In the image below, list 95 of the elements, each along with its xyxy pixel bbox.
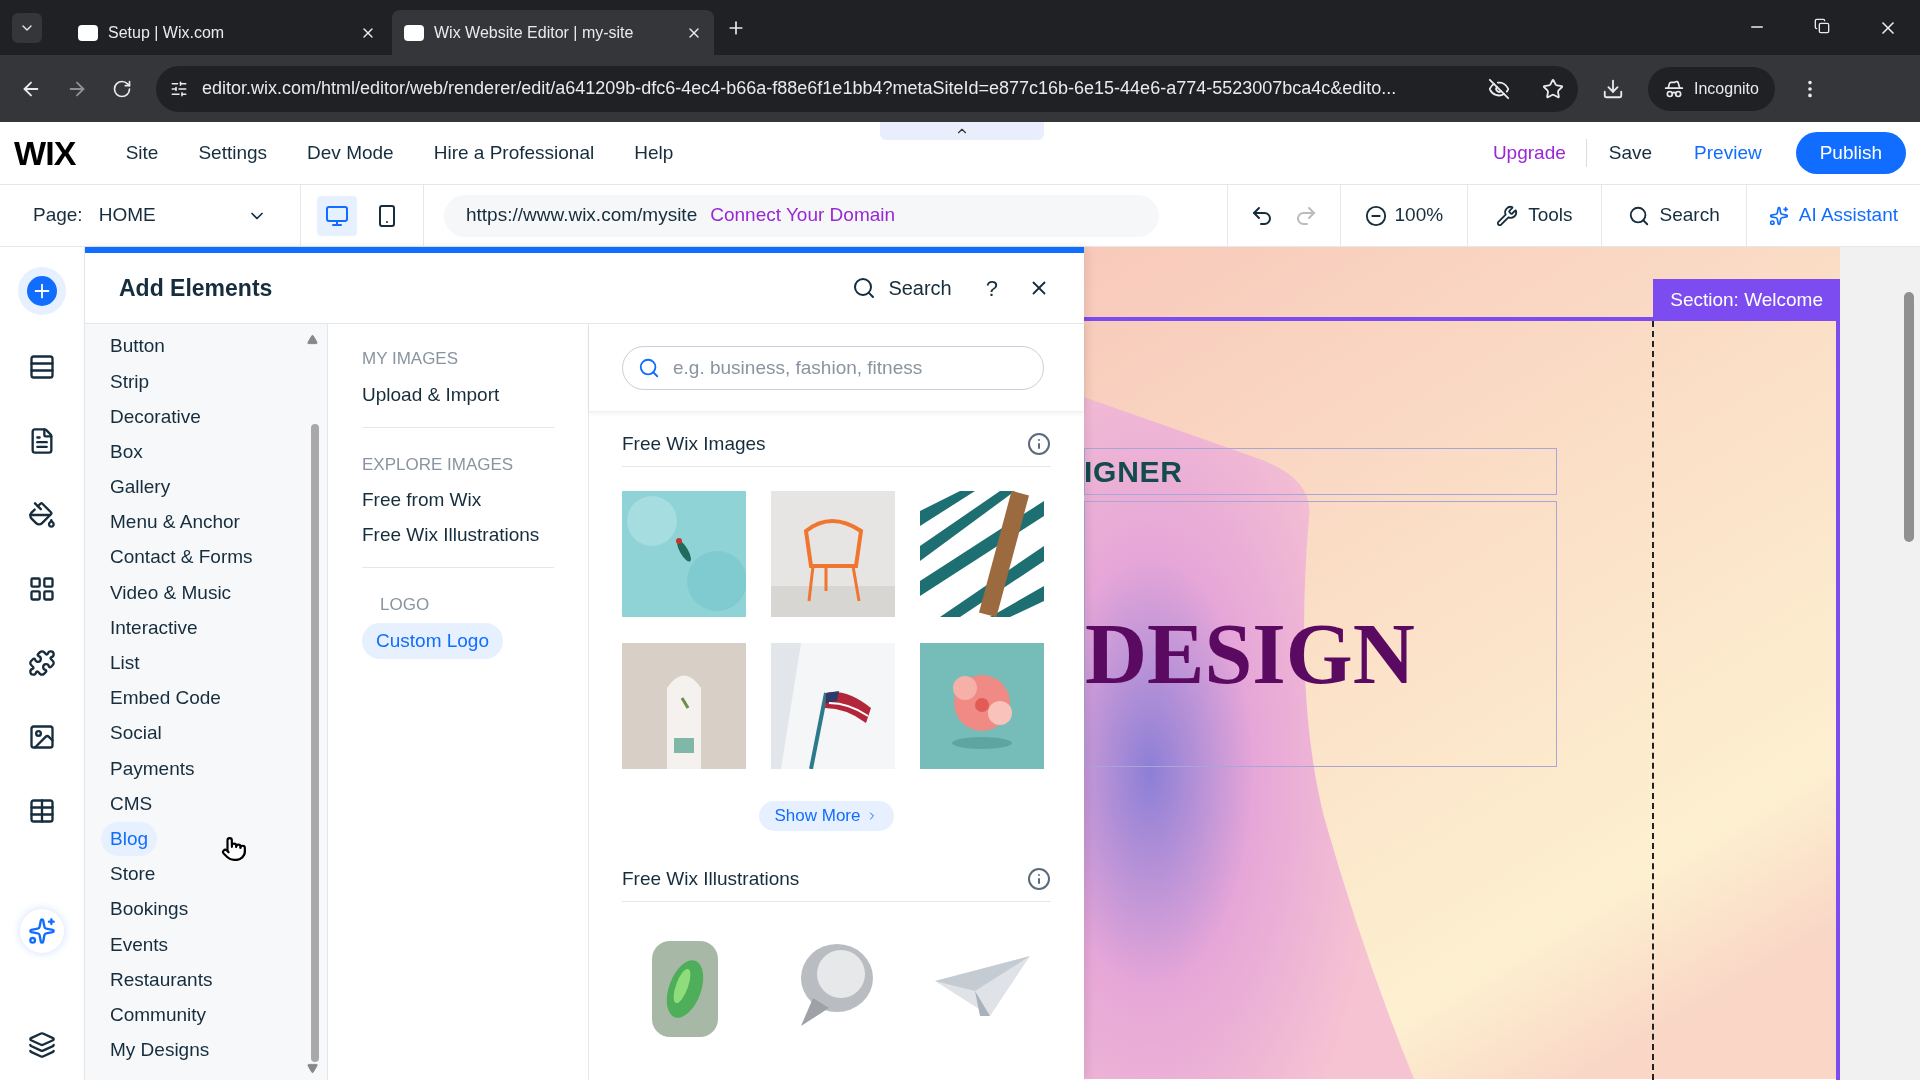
paint-bucket-icon xyxy=(28,501,56,529)
category-item[interactable]: Store xyxy=(101,857,165,892)
search-icon xyxy=(852,276,877,300)
group-heading: EXPLORE IMAGES xyxy=(362,453,515,476)
group-item[interactable]: Custom Logo xyxy=(362,622,503,660)
address-field[interactable]: editor.wix.com/html/editor/web/renderer/edit/a641209b-dfc6-4ec4-b66a-f88e6f1e1bb4?metaSiteId=e877c16b-6e15-44e6-a774-5523007bca4c&edito... xyxy=(156,65,1578,112)
eye-off-icon[interactable] xyxy=(1488,77,1510,100)
restore-icon[interactable] xyxy=(1814,17,1830,34)
group-heading: MY IMAGES xyxy=(362,348,460,370)
panel-search-button[interactable]: Search xyxy=(852,273,952,303)
category-item[interactable]: Bookings xyxy=(101,892,198,927)
favicon-icon xyxy=(78,24,98,41)
category-item[interactable]: Menu & Anchor xyxy=(101,505,249,540)
section-title: Free Wix Illustrations xyxy=(622,866,801,891)
browser-tab[interactable]: Setup | Wix.com xyxy=(66,10,388,55)
table-icon xyxy=(28,797,56,825)
show-more-button[interactable]: Show More xyxy=(758,801,895,831)
layers-icon xyxy=(28,1031,56,1059)
subtitle-text: IGNER xyxy=(1085,454,1183,490)
category-item[interactable]: Decorative xyxy=(101,399,210,435)
scrollbar-thumb[interactable] xyxy=(311,424,319,1062)
publish-button[interactable]: Publish xyxy=(1795,132,1906,174)
category-item[interactable]: Strip xyxy=(101,364,159,400)
profile-button[interactable]: Incognito xyxy=(1648,66,1775,111)
logo[interactable]: WIX xyxy=(14,127,76,179)
page-dropdown[interactable]: HOME xyxy=(98,201,267,230)
category-item[interactable]: Contact & Forms xyxy=(101,540,262,575)
category-item[interactable]: Payments xyxy=(101,751,204,787)
group-heading: LOGO xyxy=(379,594,431,616)
rows-icon xyxy=(28,353,56,381)
tab-title: Wix Website Editor | my-site xyxy=(434,22,635,43)
category-item[interactable]: Events xyxy=(101,927,178,963)
category-item[interactable]: Embed Code xyxy=(101,681,230,716)
info-icon[interactable] xyxy=(1027,432,1051,456)
image-icon xyxy=(28,723,56,751)
category-item[interactable]: Blog xyxy=(101,821,158,857)
search-icon xyxy=(638,356,660,379)
grid-icon xyxy=(28,575,56,603)
category-item[interactable]: Social xyxy=(101,716,171,751)
group-item[interactable]: Free from Wix xyxy=(362,482,482,519)
browser-tab[interactable]: Wix Website Editor | my-site xyxy=(392,10,714,55)
menu-item[interactable]: Site xyxy=(105,138,179,168)
category-item[interactable]: List xyxy=(101,646,149,681)
group-item[interactable]: Upload & Import xyxy=(362,376,500,414)
site-url: https://www.wix.com/mysite xyxy=(466,203,698,228)
puzzle-icon xyxy=(28,649,56,677)
category-item[interactable]: Restaurants xyxy=(101,962,222,998)
category-item[interactable]: Gallery xyxy=(101,470,180,505)
category-item[interactable]: Video & Music xyxy=(101,575,241,611)
cursor-icon xyxy=(221,835,247,862)
category-item[interactable]: Interactive xyxy=(101,610,207,646)
menu-item[interactable]: Settings xyxy=(178,138,288,168)
tab-title: Setup | Wix.com xyxy=(108,22,226,43)
category-item[interactable]: Button xyxy=(101,329,174,364)
category-item[interactable]: Community xyxy=(101,997,216,1033)
category-item[interactable]: Box xyxy=(101,434,152,470)
page-label: Page: xyxy=(33,203,83,228)
sparkle-icon xyxy=(1768,205,1789,226)
group-item[interactable]: Free Wix Illustrations xyxy=(362,517,540,554)
scroll-down-icon[interactable] xyxy=(307,1063,318,1074)
image-search-field[interactable]: e.g. business, fashion, fitness xyxy=(622,345,1044,390)
help-button[interactable]: ? xyxy=(985,271,998,305)
incognito-icon xyxy=(1664,78,1684,99)
menu-item[interactable]: Help xyxy=(614,138,694,168)
menu-item[interactable]: Dev Mode xyxy=(287,138,414,168)
upgrade-link[interactable]: Upgrade xyxy=(1472,138,1587,168)
search-button[interactable]: Search xyxy=(1601,185,1747,246)
category-item[interactable]: CMS xyxy=(101,786,162,822)
desktop-view-button[interactable] xyxy=(317,195,357,236)
search-icon xyxy=(1627,204,1650,227)
url-text: editor.wix.com/html/editor/web/renderer/edit/a641209b-dfc6-4ec4-b66a-f88e6f1e1bb4?metaSiteId=e877c16b-6e15-44e6-a774-5523007bca4c&edito... xyxy=(202,77,1398,100)
site-info-icon[interactable] xyxy=(170,79,188,98)
scrollbar-thumb[interactable] xyxy=(1904,292,1914,542)
tools-button[interactable]: Tools xyxy=(1468,185,1602,246)
headline-text: DESIGN xyxy=(1085,611,1415,697)
connect-domain-link[interactable]: Connect Your Domain xyxy=(710,201,896,230)
zoom-out-icon xyxy=(1364,204,1387,227)
reload-icon[interactable] xyxy=(112,78,132,99)
wrench-icon xyxy=(1496,204,1519,227)
panel-title: Add Elements xyxy=(119,273,274,303)
category-item[interactable]: My Designs xyxy=(101,1033,219,1068)
section-title: Free Wix Images xyxy=(622,431,767,456)
save-button[interactable]: Save xyxy=(1586,138,1675,168)
monitor-icon xyxy=(325,203,349,228)
sparkle-icon xyxy=(28,917,56,945)
menu-item[interactable]: Hire a Professional xyxy=(413,138,615,168)
favicon-icon xyxy=(404,24,424,41)
zoom-button[interactable]: 100% xyxy=(1340,185,1469,246)
add-button[interactable] xyxy=(18,267,66,315)
info-icon[interactable] xyxy=(1027,867,1051,891)
scroll-up-icon[interactable] xyxy=(307,334,318,345)
preview-button[interactable]: Preview xyxy=(1674,138,1782,168)
download-icon[interactable] xyxy=(1602,77,1624,100)
bookmark-icon[interactable] xyxy=(1542,77,1564,100)
ai-assistant-button[interactable]: AI Assistant xyxy=(1746,185,1920,246)
